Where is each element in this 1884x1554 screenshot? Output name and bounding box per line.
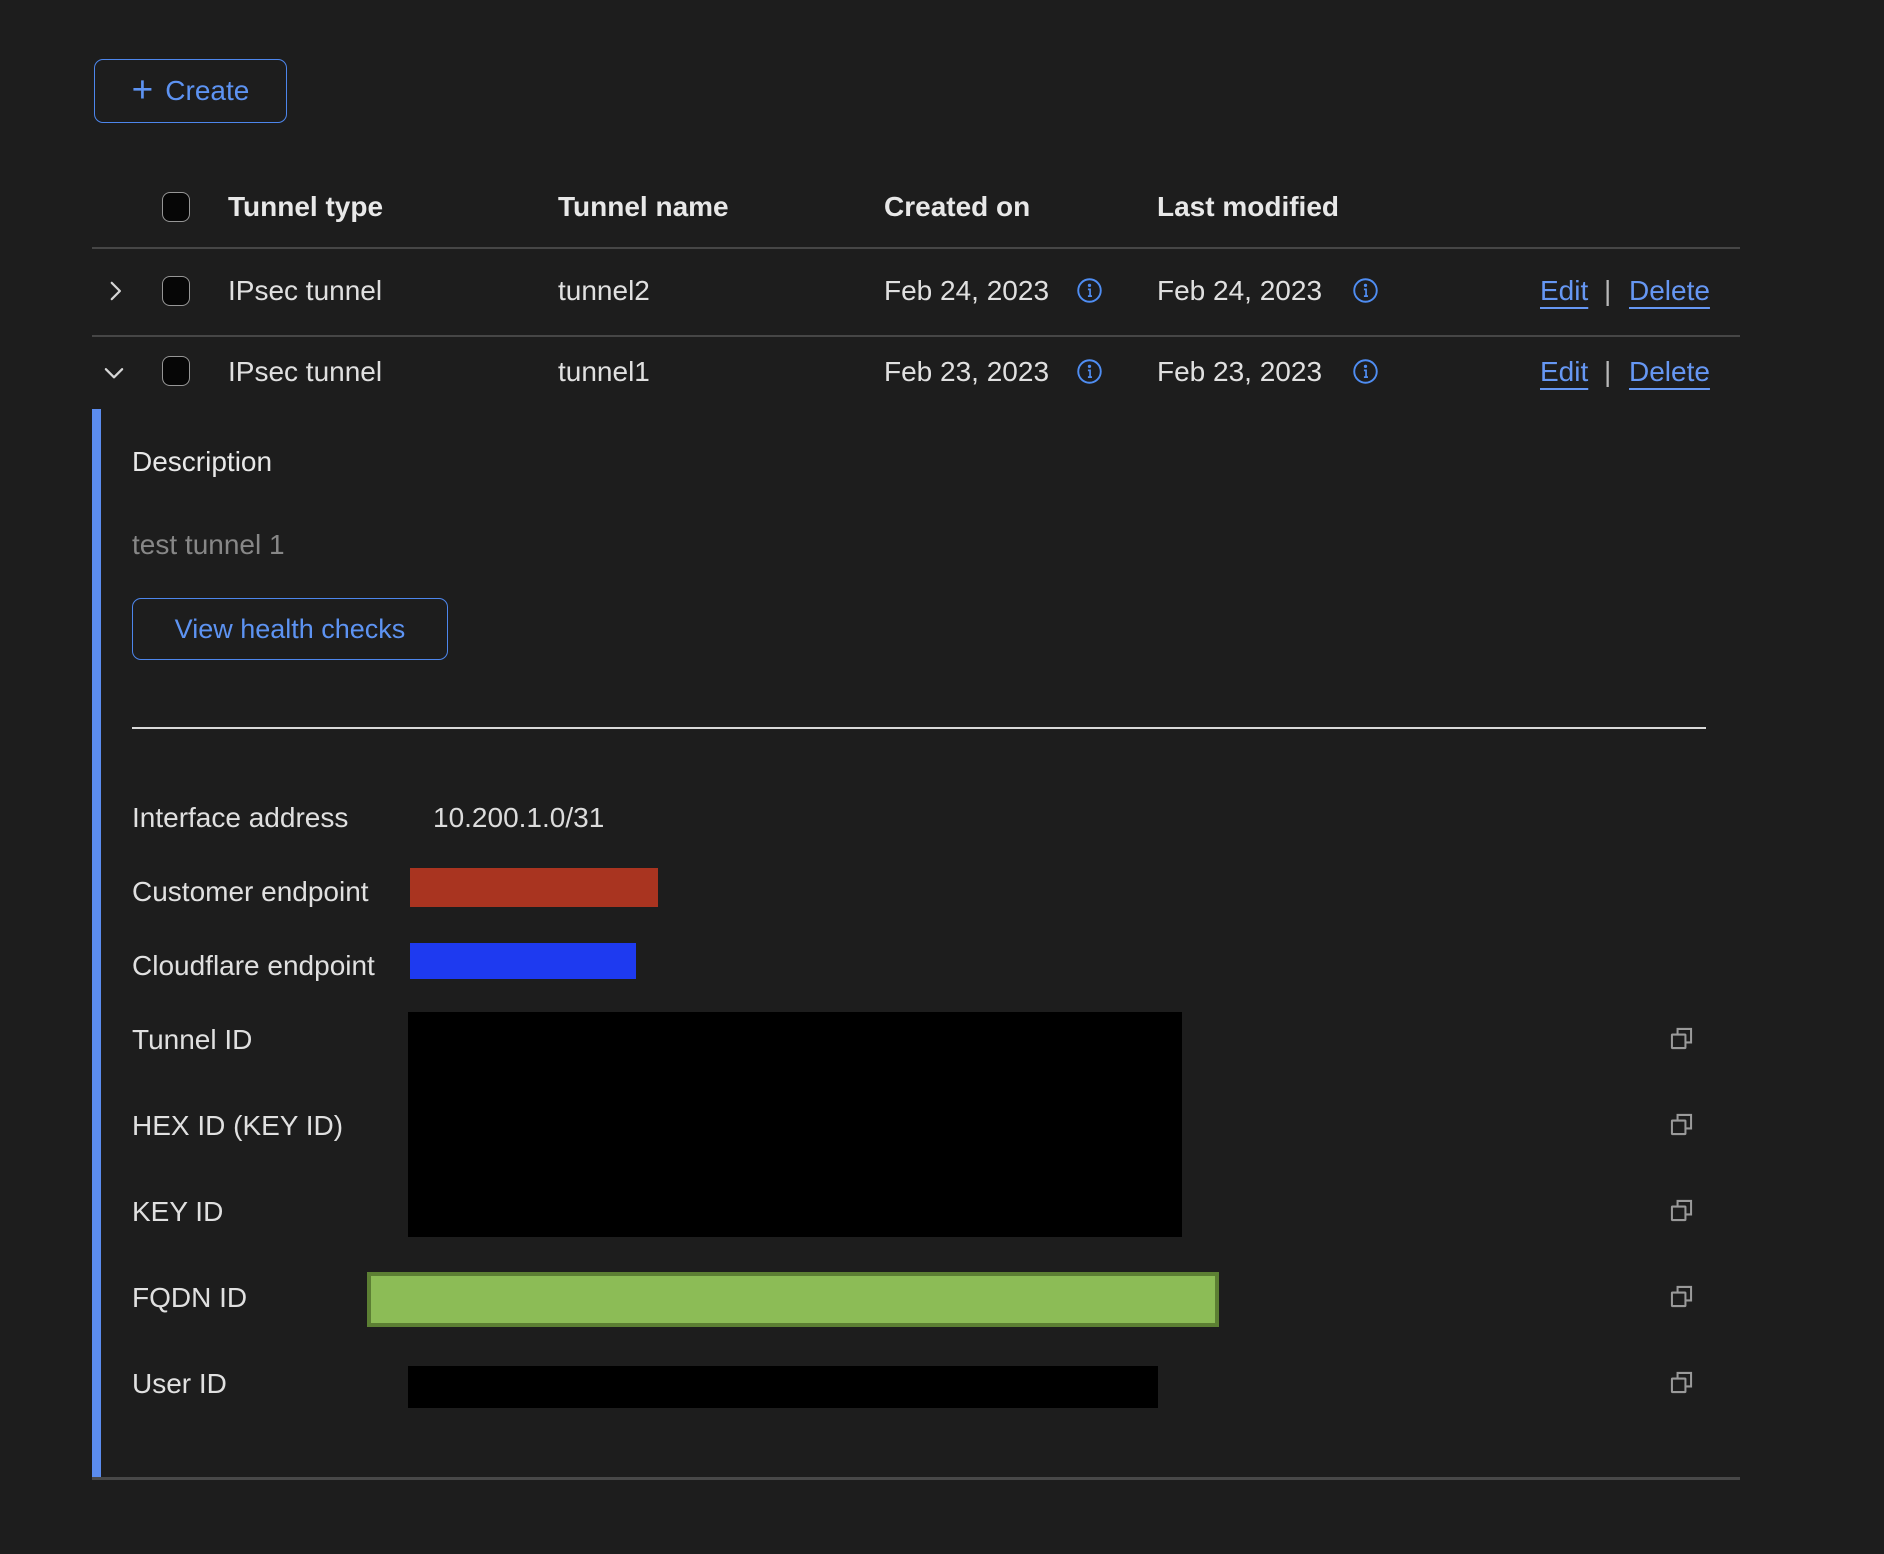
view-health-checks-button[interactable]: View health checks xyxy=(132,598,448,660)
fqdn-id-redacted-value xyxy=(367,1272,1219,1327)
tunnel-name-cell: tunnel2 xyxy=(558,274,650,308)
collapse-chevron-down-icon[interactable] xyxy=(100,360,128,386)
expanded-row-accent-bar xyxy=(92,409,101,1478)
copy-hex-id-icon[interactable] xyxy=(1668,1111,1695,1143)
column-header-created-on: Created on xyxy=(884,190,1030,224)
copy-user-id-icon[interactable] xyxy=(1668,1369,1695,1401)
detail-divider xyxy=(132,727,1706,729)
tunnel-id-label: Tunnel ID xyxy=(132,1023,252,1057)
column-header-tunnel-type: Tunnel type xyxy=(228,190,383,224)
interface-address-value: 10.200.1.0/31 xyxy=(433,801,604,835)
info-icon[interactable] xyxy=(1352,277,1379,309)
edit-link-tunnel1[interactable]: Edit xyxy=(1540,355,1588,389)
customer-endpoint-redacted-value xyxy=(410,868,658,907)
select-all-checkbox[interactable] xyxy=(162,192,190,222)
copy-tunnel-id-icon[interactable] xyxy=(1668,1025,1695,1057)
tunnel-name-cell: tunnel1 xyxy=(558,355,650,389)
cloudflare-endpoint-label: Cloudflare endpoint xyxy=(132,949,375,983)
last-modified-cell: Feb 23, 2023 xyxy=(1157,355,1322,389)
cloudflare-endpoint-redacted-value xyxy=(410,943,636,979)
description-label: Description xyxy=(132,445,272,479)
tunnels-page: + Create Tunnel type Tunnel name Created… xyxy=(0,0,1884,1554)
user-id-label: User ID xyxy=(132,1367,227,1401)
key-id-label: KEY ID xyxy=(132,1195,223,1229)
tunnel-type-cell: IPsec tunnel xyxy=(228,355,382,389)
row-divider xyxy=(92,335,1740,337)
row-checkbox-tunnel2[interactable] xyxy=(162,276,190,306)
description-value: test tunnel 1 xyxy=(132,528,285,562)
last-modified-cell: Feb 24, 2023 xyxy=(1157,274,1322,308)
ids-redacted-value-block xyxy=(408,1012,1182,1237)
expand-chevron-right-icon[interactable] xyxy=(102,278,128,304)
info-icon[interactable] xyxy=(1076,358,1103,390)
edit-link-tunnel2[interactable]: Edit xyxy=(1540,274,1588,308)
info-icon[interactable] xyxy=(1076,277,1103,309)
column-header-last-modified: Last modified xyxy=(1157,190,1339,224)
tunnel-type-cell: IPsec tunnel xyxy=(228,274,382,308)
create-button[interactable]: + Create xyxy=(94,59,287,123)
delete-link-tunnel2[interactable]: Delete xyxy=(1629,274,1710,308)
hex-id-label: HEX ID (KEY ID) xyxy=(132,1109,343,1143)
action-separator: | xyxy=(1604,274,1611,308)
fqdn-id-label: FQDN ID xyxy=(132,1281,247,1315)
plus-icon: + xyxy=(132,71,154,108)
row-checkbox-tunnel1[interactable] xyxy=(162,356,190,386)
user-id-redacted-value xyxy=(408,1366,1158,1408)
column-header-tunnel-name: Tunnel name xyxy=(558,190,729,224)
header-divider xyxy=(92,247,1740,249)
interface-address-label: Interface address xyxy=(132,801,348,835)
info-icon[interactable] xyxy=(1352,358,1379,390)
create-button-label: Create xyxy=(165,75,249,107)
action-separator: | xyxy=(1604,355,1611,389)
created-on-cell: Feb 23, 2023 xyxy=(884,355,1049,389)
created-on-cell: Feb 24, 2023 xyxy=(884,274,1049,308)
view-health-checks-label: View health checks xyxy=(175,614,406,645)
customer-endpoint-label: Customer endpoint xyxy=(132,875,369,909)
expanded-row-bottom-divider xyxy=(92,1477,1740,1480)
delete-link-tunnel1[interactable]: Delete xyxy=(1629,355,1710,389)
copy-key-id-icon[interactable] xyxy=(1668,1197,1695,1229)
copy-fqdn-id-icon[interactable] xyxy=(1668,1283,1695,1315)
